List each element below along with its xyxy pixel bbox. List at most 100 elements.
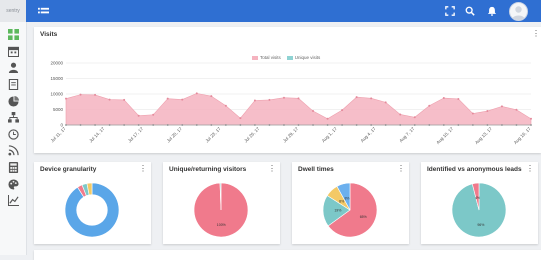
- unique-visits-point: [94, 124, 96, 126]
- fullscreen-icon[interactable]: [444, 5, 456, 17]
- x-tick-label: Jul 23, 17: [204, 126, 222, 144]
- unique-visits-point: [268, 124, 271, 126]
- unique-visits-point: [152, 124, 155, 126]
- total-visits-point: [297, 97, 300, 100]
- total-visits-point: [65, 97, 67, 100]
- total-visits-point: [413, 116, 416, 119]
- document-icon[interactable]: [7, 78, 19, 90]
- unique-visits-point: [355, 124, 358, 126]
- dashboard-icon[interactable]: [7, 28, 19, 40]
- total-visits-point: [515, 108, 518, 111]
- pie-slice-label: 8%: [344, 196, 349, 200]
- dwell-pie-chart: 65%19%8%8%: [322, 182, 378, 238]
- unique-visits-point: [123, 124, 126, 126]
- total-visits-point: [166, 97, 169, 100]
- unique-visits-point: [384, 124, 387, 126]
- unique-visits-point: [326, 124, 329, 126]
- x-tick-label: Jul 29, 17: [282, 126, 300, 144]
- total-visits-point: [137, 114, 140, 117]
- total-visits-point: [341, 109, 344, 112]
- bell-icon[interactable]: [486, 5, 498, 17]
- unique-visits-point: [283, 124, 285, 126]
- x-tick-label: Jul 20, 17: [166, 126, 184, 144]
- user-icon[interactable]: [7, 61, 19, 73]
- total-visits-point: [123, 98, 126, 101]
- total-visits-point: [457, 97, 460, 100]
- calendar-icon[interactable]: [7, 45, 19, 57]
- sidebar: sentry: [0, 0, 27, 255]
- total-visits-point: [384, 101, 387, 104]
- total-visits-point: [224, 104, 227, 107]
- device-card: Device granularity ⋮: [34, 162, 151, 244]
- total-visits-point: [355, 96, 358, 99]
- unique-visits-point: [210, 124, 213, 126]
- unique-visits-point: [254, 124, 256, 126]
- total-visits-point: [268, 98, 271, 101]
- search-icon[interactable]: [464, 5, 476, 17]
- y-tick-label: 10000: [50, 92, 63, 97]
- total-visits-point: [282, 96, 285, 99]
- total-visits-point: [399, 113, 402, 116]
- total-visits-point: [530, 117, 532, 120]
- rss-icon[interactable]: [7, 144, 19, 156]
- unique-visits-point: [413, 124, 416, 126]
- total-visits-point: [181, 98, 184, 101]
- unique-visits-point: [471, 124, 474, 126]
- pie-slice-label: 4%: [475, 196, 480, 200]
- unique-visits-point: [312, 124, 314, 126]
- x-tick-label: Aug 10, 17: [435, 126, 454, 145]
- unique-visits-point: [530, 124, 532, 126]
- visits-area-chart: 05000100001500020000Jul 11, 17 Jul 14, 17…: [50, 61, 532, 146]
- unique-visits-point: [341, 124, 343, 126]
- calculator-icon[interactable]: [7, 161, 19, 173]
- identified-card: Identified vs anonymous leads ⋮ 96% 4%: [421, 162, 538, 244]
- unique-visits-point: [370, 124, 373, 126]
- unique-visits-point: [239, 124, 242, 126]
- total-visits-point: [79, 93, 82, 96]
- org-chart-icon[interactable]: [7, 111, 19, 123]
- visits-card: Visits ⋮ Total visits Unique visits 0 500…: [34, 27, 541, 153]
- total-visits-point: [428, 104, 431, 107]
- total-visits-point: [312, 110, 315, 113]
- x-tick-label: Jul 17, 17: [127, 126, 145, 144]
- pie-slice-label: 65%: [360, 215, 367, 219]
- pie-chart-icon[interactable]: [7, 95, 19, 107]
- avatar[interactable]: [509, 2, 528, 21]
- next-card-edge: [34, 250, 541, 260]
- x-tick-label: Aug 16, 17: [513, 126, 532, 145]
- x-tick-label: Aug 13, 17: [474, 126, 493, 145]
- donut-hole: [76, 194, 108, 226]
- y-tick-label: 5000: [53, 107, 64, 112]
- unique-visits-point: [442, 124, 445, 126]
- unique-visits-point: [79, 124, 82, 126]
- total-visits-point: [253, 99, 256, 102]
- total-visits-point: [152, 113, 155, 116]
- total-visits-point: [471, 112, 474, 115]
- y-tick-label: 15000: [50, 76, 63, 81]
- x-tick-label: Aug 7, 17: [398, 126, 416, 144]
- palette-icon[interactable]: [7, 178, 19, 190]
- unique-visits-point: [457, 124, 460, 126]
- total-visits-point: [326, 117, 329, 120]
- line-chart-icon[interactable]: [7, 194, 19, 206]
- clock-icon[interactable]: [7, 128, 19, 140]
- unique-pie-chart: 100%: [193, 182, 249, 238]
- x-tick-label: Aug 1, 17: [321, 126, 339, 144]
- app-logo: sentry: [0, 0, 26, 22]
- unique-visits-point: [399, 124, 402, 126]
- unique-visits-point: [181, 124, 184, 126]
- x-tick-label: Jul 26, 17: [243, 126, 261, 144]
- unique-visits-point: [195, 124, 198, 126]
- total-visits-point: [486, 110, 489, 113]
- total-visits-point: [108, 98, 111, 101]
- total-visits-point: [442, 97, 445, 100]
- unique-visits-point: [137, 124, 140, 126]
- dwell-card: Dwell times ⋮ 65% 19% 8% 8%: [292, 162, 409, 244]
- total-visits-point: [195, 92, 198, 95]
- pie-slice-label: 100%: [217, 223, 226, 227]
- unique-visits-point: [501, 124, 503, 126]
- top-bar: [26, 0, 541, 22]
- menu-icon[interactable]: [37, 5, 49, 17]
- device-pie-chart: [64, 182, 120, 238]
- unique-visits-point: [515, 124, 518, 126]
